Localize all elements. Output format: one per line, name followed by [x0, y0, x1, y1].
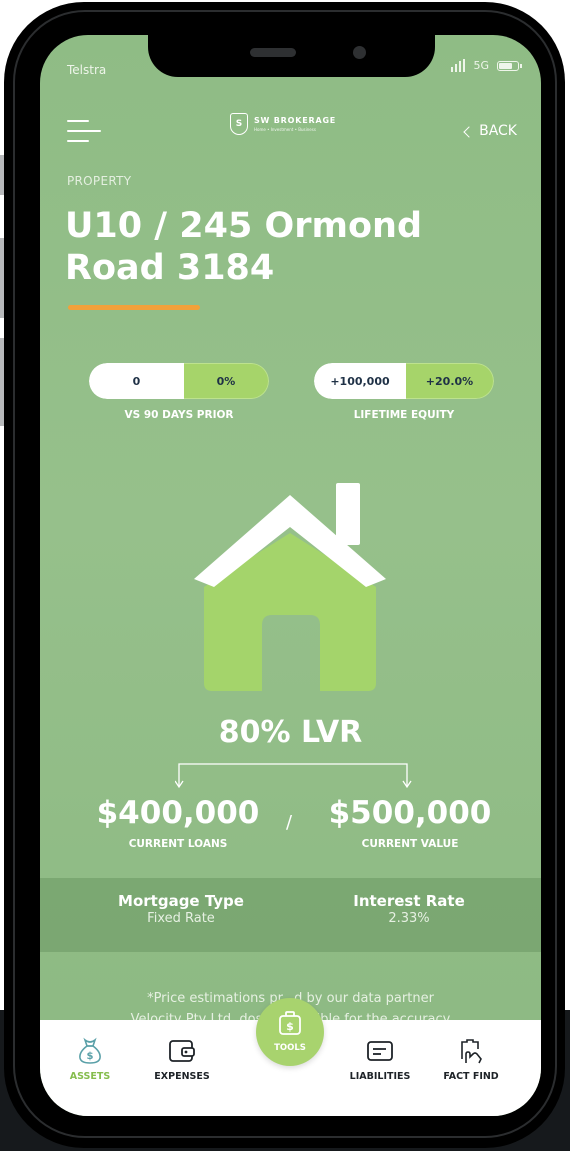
- nav-fact-find[interactable]: FACT FIND: [426, 1036, 516, 1082]
- svg-text:$: $: [87, 1051, 94, 1062]
- stat-equity-caption: LIFETIME EQUITY: [353, 409, 455, 421]
- interest-rate-label: Interest Rate: [353, 892, 465, 910]
- network-label: 5G: [473, 59, 489, 72]
- shield-logo-icon: S: [230, 113, 248, 135]
- lvr-bracket: [175, 763, 412, 789]
- stat-equity-percent: +20.0%: [406, 363, 494, 399]
- speaker-grille: [250, 48, 296, 57]
- svg-text:$: $: [286, 1020, 294, 1033]
- property-title: U10 / 245 Ormond Road 3184: [65, 206, 423, 288]
- stat-pill-lifetime-equity: +100,000 +20.0%: [314, 363, 494, 399]
- stat-equity-value: +100,000: [314, 363, 406, 399]
- brand-logo: S SW BROKERAGE Home • Investment • Busin…: [230, 113, 336, 135]
- nav-fact-find-label: FACT FIND: [443, 1071, 499, 1082]
- interest-rate-block: Interest Rate 2.33%: [309, 892, 509, 926]
- app-screen: Telstra 5G S SW BROKERAGE Home • Investm…: [40, 35, 541, 1116]
- current-value-label: CURRENT VALUE: [361, 838, 459, 850]
- stat-90-days-value: 0: [89, 363, 184, 399]
- nav-assets-label: ASSETS: [69, 1071, 111, 1082]
- mortgage-details-band: Mortgage Type Fixed Rate Interest Rate 2…: [40, 878, 541, 952]
- lvr-label: 80% LVR: [218, 715, 363, 750]
- current-value-value: $500,000: [328, 795, 492, 831]
- signal-icon: [451, 59, 466, 72]
- stat-pill-90-days: 0 0%: [89, 363, 269, 399]
- tools-button[interactable]: $ TOOLS: [256, 998, 324, 1066]
- clipboard-hand-icon: [461, 1039, 482, 1064]
- status-icons: 5G: [451, 59, 522, 72]
- mortgage-type-block: Mortgage Type Fixed Rate: [81, 892, 281, 926]
- current-loans-label: CURRENT LOANS: [128, 838, 228, 850]
- menu-icon[interactable]: [67, 120, 103, 144]
- mortgage-type-label: Mortgage Type: [118, 892, 244, 910]
- back-label: BACK: [479, 123, 517, 139]
- mortgage-type-value: Fixed Rate: [147, 911, 215, 926]
- briefcase-icon: $: [279, 1011, 301, 1035]
- carrier-label: Telstra: [67, 63, 107, 77]
- stat-90-days-caption: VS 90 DAYS PRIOR: [124, 409, 234, 421]
- nav-expenses-label: EXPENSES: [154, 1071, 210, 1082]
- stat-90-days-percent: 0%: [184, 363, 269, 399]
- back-button[interactable]: BACK: [463, 123, 517, 139]
- nav-assets[interactable]: $ ASSETS: [45, 1036, 135, 1082]
- card-icon: [367, 1041, 393, 1061]
- nav-liabilities-label: LIABILITIES: [349, 1071, 411, 1082]
- brand-tagline: Home • Investment • Business: [254, 127, 316, 132]
- title-underline: [68, 305, 200, 310]
- current-loans-value: $400,000: [96, 795, 260, 831]
- phone-notch: [148, 35, 435, 77]
- nav-expenses[interactable]: EXPENSES: [137, 1036, 227, 1082]
- section-label: PROPERTY: [67, 174, 132, 188]
- brand-name: SW BROKERAGE: [254, 116, 337, 125]
- front-camera: [353, 46, 366, 59]
- tools-label: TOOLS: [274, 1043, 306, 1053]
- lvr-house-illustration: [194, 483, 386, 691]
- battery-icon: [497, 60, 522, 71]
- chevron-left-icon: [463, 125, 475, 138]
- amount-separator: /: [286, 812, 293, 833]
- nav-liabilities[interactable]: LIABILITIES: [335, 1036, 425, 1082]
- wallet-icon: [169, 1040, 195, 1062]
- money-bag-icon: $: [79, 1037, 101, 1064]
- interest-rate-value: 2.33%: [388, 911, 430, 926]
